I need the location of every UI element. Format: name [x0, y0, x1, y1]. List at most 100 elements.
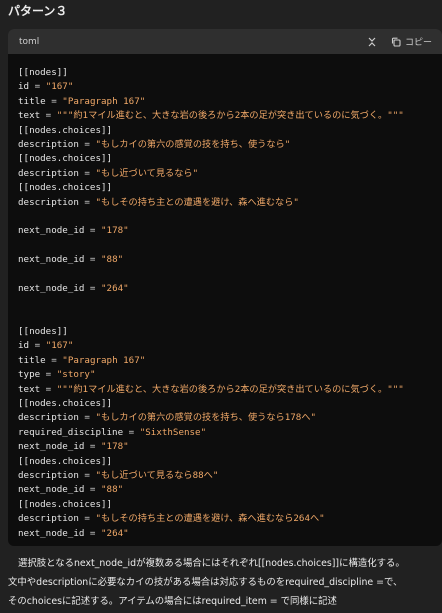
code-line: next_node_id = "264": [18, 527, 442, 541]
code-token-table: [[nodes.choices]]: [18, 455, 113, 467]
code-token-key: description: [18, 196, 79, 208]
code-token-table: [[nodes]]: [18, 67, 68, 78]
code-token-str: "Paragraph 167": [62, 95, 146, 107]
code-line: [[nodes.choices]]: [18, 498, 442, 512]
code-token-str: "Paragraph 167": [62, 354, 146, 366]
code-line: type = "story": [18, 368, 442, 382]
code-token-str: "178": [101, 441, 129, 453]
copy-label: コピー: [404, 38, 432, 48]
code-token-str: "もしその持ち主との遭遇を避け、森へ進むなら264へ": [95, 513, 325, 525]
code-token-key: text: [18, 110, 41, 122]
code-line: id = "167": [18, 80, 442, 94]
code-token-table: [[nodes]]: [18, 326, 68, 338]
code-token-op: =: [40, 383, 57, 395]
code-token-str: "SixthSense": [139, 426, 207, 438]
code-line: [[nodes]]: [18, 325, 442, 339]
code-token-key: description: [18, 167, 79, 179]
code-token-table: [[nodes.choices]]: [18, 182, 113, 194]
code-line: text = """約1マイル進むと、大きな岩の後ろから2本の足が突き出ているの…: [18, 383, 442, 397]
code-token-op: =: [123, 426, 140, 438]
code-token-table: [[nodes.choices]]: [18, 397, 113, 409]
code-token-op: =: [45, 354, 63, 366]
code-token-key: id: [18, 340, 30, 352]
code-token-str: "もしカイの第六の感覚の技を持ち、使うなら": [95, 138, 291, 150]
code-token-key: title: [18, 354, 46, 366]
code-line: [[nodes.choices]]: [18, 397, 442, 411]
code-block-header: toml コピー: [8, 29, 442, 54]
copy-icon: [391, 37, 401, 47]
code-token-str: "167": [45, 340, 74, 352]
code-token-key: next_node_id: [18, 527, 85, 539]
code-token-op: =: [40, 369, 57, 381]
code-token-str: "88": [101, 254, 124, 266]
code-token-str: "264": [101, 282, 129, 294]
code-token-key: description: [18, 138, 79, 150]
code-token-key: next_node_id: [18, 282, 85, 294]
code-line: [[nodes.choices]]: [18, 181, 442, 195]
code-line: next_node_id = "88": [18, 253, 442, 267]
code-token-str: """約1マイル進むと、大きな岩の後ろから2本の足が突き出ているのに気づく。""…: [56, 110, 404, 122]
code-token-str: "もし近づいて見るなら88へ": [95, 469, 219, 481]
code-token-op: =: [84, 527, 101, 539]
code-token-str: "178": [101, 225, 129, 237]
code-token-table: [[nodes.choices]]: [18, 153, 113, 165]
code-token-key: id: [18, 81, 30, 93]
code-token-key: next_node_id: [18, 254, 85, 266]
code-line: [[nodes.choices]]: [18, 152, 442, 166]
reply-line: 選択肢となるnext_node_idが複数ある場合にはそれぞれ[[nodes.c…: [18, 558, 405, 569]
code-line: next_node_id = "264": [18, 282, 442, 296]
code-line: [[nodes]]: [18, 66, 442, 80]
section-heading: パターン３: [8, 4, 68, 18]
code-language-label: toml: [19, 36, 40, 47]
code-token-op: =: [78, 412, 96, 424]
code-token-key: title: [18, 95, 46, 107]
code-line: next_node_id = "178": [18, 224, 442, 238]
code-line: title = "Paragraph 167": [18, 95, 442, 109]
code-token-op: =: [84, 484, 101, 496]
code-token-op: =: [78, 513, 96, 525]
code-token-key: type: [18, 369, 41, 381]
copy-button[interactable]: コピー: [391, 35, 432, 48]
code-line: description = "もし近づいて見るなら": [18, 167, 442, 181]
code-line: next_node_id = "88": [18, 483, 442, 497]
code-token-str: """約1マイル進むと、大きな岩の後ろから2本の足が突き出ているのに気づく。""…: [56, 383, 404, 395]
code-line: title = "Paragraph 167": [18, 354, 442, 368]
code-token-str: "88": [101, 484, 124, 496]
code-token-op: =: [84, 254, 101, 266]
code-line: description = "もし近づいて見るなら88へ": [18, 469, 442, 483]
reply-text: 選択肢となるnext_node_idが複数ある場合にはそれぞれ[[nodes.c…: [8, 554, 442, 611]
code-token-key: next_node_id: [18, 441, 85, 453]
code-body: [[nodes]] id = "167" title = "Paragraph 16…: [8, 54, 442, 546]
code-token-op: =: [84, 225, 101, 237]
code-line: description = "もしその持ち主との遭遇を避け、森へ進むなら264へ…: [18, 512, 442, 526]
code-token-key: required_discipline: [18, 426, 124, 438]
code-line: description = "もしカイの第六の感覚の技を持ち、使うなら": [18, 138, 442, 152]
code-line: id = "167": [18, 339, 442, 353]
code-token-key: description: [18, 412, 79, 424]
code-token-str: "もしその持ち主との遭遇を避け、森へ進むなら": [95, 196, 299, 208]
code-line: [[nodes.choices]]: [18, 124, 442, 138]
code-line: text = """約1マイル進むと、大きな岩の後ろから2本の足が突き出ているの…: [18, 109, 442, 123]
collapse-button[interactable]: [367, 37, 377, 47]
code-token-op: =: [45, 95, 63, 107]
reply-line: 文中やdescriptionに必要なカイの技がある場合は対応するものをrequi…: [8, 577, 403, 588]
code-token-table: [[nodes.choices]]: [18, 498, 113, 510]
code-token-str: "もし近づいて見るなら": [95, 167, 199, 179]
code-line: description = "もしその持ち主との遭遇を避け、森へ進むなら": [18, 196, 442, 210]
code-block: toml コピー [[nodes]] id = "167" title = "Par…: [8, 29, 442, 546]
code-token-key: description: [18, 513, 79, 525]
code-line: next_node_id = "178": [18, 440, 442, 454]
code-token-str: "もしカイの第六の感覚の技を持ち、使うなら178へ": [95, 412, 317, 424]
code-token-key: next_node_id: [18, 225, 85, 237]
code-token-op: =: [78, 167, 96, 179]
code-token-op: =: [78, 196, 96, 208]
code-line: [[nodes.choices]]: [18, 455, 442, 469]
code-token-key: description: [18, 469, 79, 481]
code-token-str: "167": [45, 81, 74, 93]
code-token-op: =: [84, 282, 101, 294]
